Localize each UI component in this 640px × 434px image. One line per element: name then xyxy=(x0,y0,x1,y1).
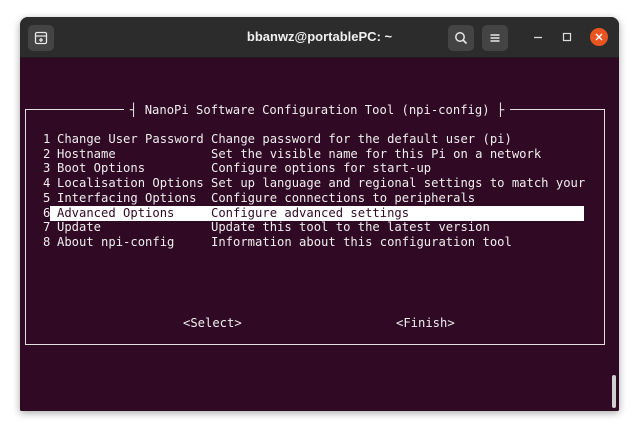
search-button[interactable] xyxy=(448,25,474,51)
terminal-window: bbanwz@portablePC: ~ ┤ NanoPi Software C xyxy=(20,17,619,411)
menu-item-4[interactable]: 4 Localisation Options Set up language and… xyxy=(43,176,585,191)
menu-item-2[interactable]: 2 Hostname Set the visible name for this P… xyxy=(43,147,541,162)
item-name: About npi-config xyxy=(57,235,175,249)
menu-button[interactable] xyxy=(482,25,508,51)
minimize-button[interactable] xyxy=(529,28,547,46)
item-desc: Change password for the default user (pi… xyxy=(211,132,512,146)
dialog-title: ┤ NanoPi Software Configuration Tool (np… xyxy=(124,102,511,118)
item-desc: Information about this configuration too… xyxy=(211,235,512,249)
item-name: Interfacing Options xyxy=(57,191,197,205)
item-name: Change User Password xyxy=(57,132,204,146)
menu-item-3[interactable]: 3 Boot Options Configure options for start… xyxy=(43,161,431,176)
item-name: Hostname xyxy=(57,147,116,161)
item-number: 1 xyxy=(43,132,51,146)
terminal-area[interactable]: ┤ NanoPi Software Configuration Tool (np… xyxy=(20,58,619,411)
dialog-title-text: NanoPi Software Configuration Tool (npi-… xyxy=(144,103,490,117)
minimize-icon xyxy=(534,36,542,39)
finish-button[interactable]: <Finish> xyxy=(396,316,455,330)
close-button[interactable] xyxy=(590,28,608,46)
item-number: 7 xyxy=(43,220,51,234)
item-number: 2 xyxy=(43,147,51,161)
item-desc: Set the visible name for this Pi on a ne… xyxy=(211,147,542,161)
item-desc: Configure connections to peripherals xyxy=(211,191,476,205)
item-number: 5 xyxy=(43,191,51,205)
search-icon xyxy=(455,32,468,45)
item-desc: Set up language and regional settings to… xyxy=(211,176,586,190)
titlebar: bbanwz@portablePC: ~ xyxy=(20,17,619,58)
item-desc: Update this tool to the latest version xyxy=(211,220,490,234)
menu-item-5[interactable]: 5 Interfacing Options Configure connection… xyxy=(43,191,475,206)
maximize-button[interactable] xyxy=(558,28,576,46)
item-number: 3 xyxy=(43,161,51,175)
select-button[interactable]: <Select> xyxy=(183,316,242,330)
menu-item-1[interactable]: 1 Change User Password Change password for… xyxy=(43,132,512,147)
item-number: 4 xyxy=(43,176,51,190)
item-name: Advanced Options xyxy=(57,206,175,220)
item-name: Update xyxy=(57,220,102,234)
item-number: 8 xyxy=(43,235,51,249)
menu-item-8[interactable]: 8 About npi-config Information about this … xyxy=(43,235,512,250)
item-name: Localisation Options xyxy=(57,176,204,190)
item-desc: Configure options for start-up xyxy=(211,161,432,175)
hamburger-menu-icon xyxy=(490,34,500,42)
close-icon xyxy=(595,33,603,41)
menu-item-6-selected[interactable]: Advanced Options Configure advanced setti… xyxy=(50,206,584,221)
item-name: Boot Options xyxy=(57,161,146,175)
menu-item-7[interactable]: 7 Update Update this tool to the latest ve… xyxy=(43,220,490,235)
scrollbar[interactable] xyxy=(612,375,616,408)
maximize-icon xyxy=(562,32,572,42)
item-desc: Configure advanced settings xyxy=(211,206,410,220)
